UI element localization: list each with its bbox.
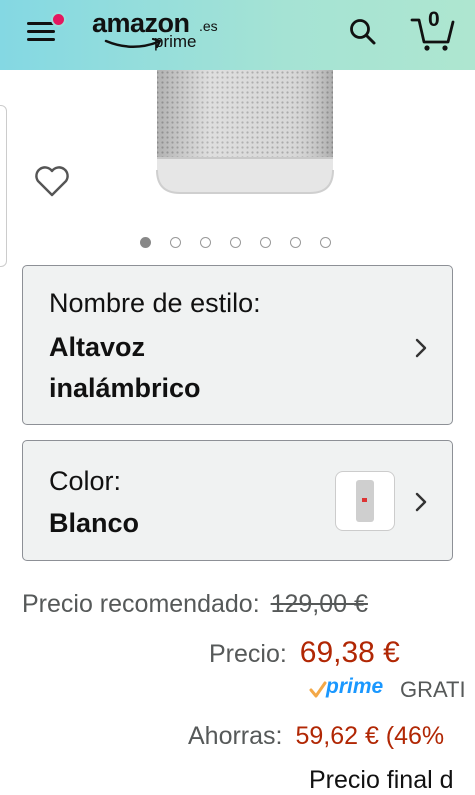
- chevron-right-icon: [415, 338, 427, 358]
- price-row: Precio: 69,38 €: [209, 636, 400, 670]
- color-selector[interactable]: Color: Blanco: [22, 440, 453, 561]
- style-value-line2: inalámbrico: [49, 373, 201, 403]
- style-label: Nombre de estilo:: [49, 288, 261, 318]
- chevron-right-icon: [415, 492, 427, 512]
- search-icon: [350, 19, 376, 45]
- search-button[interactable]: [348, 17, 378, 47]
- savings-value: 59,62 € (46%: [295, 722, 445, 750]
- carousel-dot[interactable]: [290, 237, 301, 248]
- cart-button[interactable]: 0: [410, 8, 456, 52]
- rrp-label: Precio recomendado:: [22, 590, 260, 618]
- carousel-dot[interactable]: [320, 237, 331, 248]
- style-selector[interactable]: Nombre de estilo: Altavoz inalámbrico: [22, 265, 453, 425]
- speaker-thumbnail: [356, 480, 374, 522]
- savings-row: Ahorras: 59,62 € (46%: [188, 722, 444, 751]
- price-label: Precio:: [209, 640, 287, 668]
- heart-icon: [35, 166, 69, 197]
- color-value: Blanco: [49, 508, 140, 538]
- prime-check-icon: [309, 681, 327, 698]
- speaker-image: [156, 70, 334, 194]
- rrp-value: 129,00 €: [270, 590, 368, 618]
- amazon-prime-logo[interactable]: amazon .es prime: [92, 8, 232, 58]
- savings-label: Ahorras:: [188, 722, 283, 750]
- hamburger-menu-button[interactable]: [27, 12, 66, 47]
- carousel-dot[interactable]: [230, 237, 241, 248]
- menu-bar: [27, 38, 55, 41]
- color-label: Color:: [49, 466, 122, 496]
- carousel-dot[interactable]: [260, 237, 271, 248]
- rrp-row: Precio recomendado: 129,00 €: [22, 590, 368, 619]
- style-value-line1: Altavoz: [49, 332, 146, 362]
- top-header: amazon .es prime 0: [0, 0, 475, 70]
- color-swatch-thumbnail[interactable]: [335, 471, 395, 531]
- carousel-dot[interactable]: [200, 237, 211, 248]
- carousel-dot[interactable]: [140, 237, 151, 248]
- final-price-note: Precio final d: [309, 766, 454, 794]
- prime-badge: prime: [326, 675, 384, 698]
- side-drawer-tab[interactable]: [0, 105, 7, 267]
- menu-bar: [27, 30, 55, 33]
- logo-prime: prime: [154, 32, 197, 51]
- price-value: 69,38 €: [299, 636, 400, 669]
- cart-count: 0: [428, 8, 440, 31]
- notification-dot: [51, 12, 66, 27]
- carousel-dot[interactable]: [170, 237, 181, 248]
- free-shipping-text: GRATI: [400, 677, 466, 702]
- wishlist-button[interactable]: [33, 164, 71, 200]
- product-image[interactable]: [120, 70, 360, 200]
- logo-tld: .es: [199, 18, 218, 34]
